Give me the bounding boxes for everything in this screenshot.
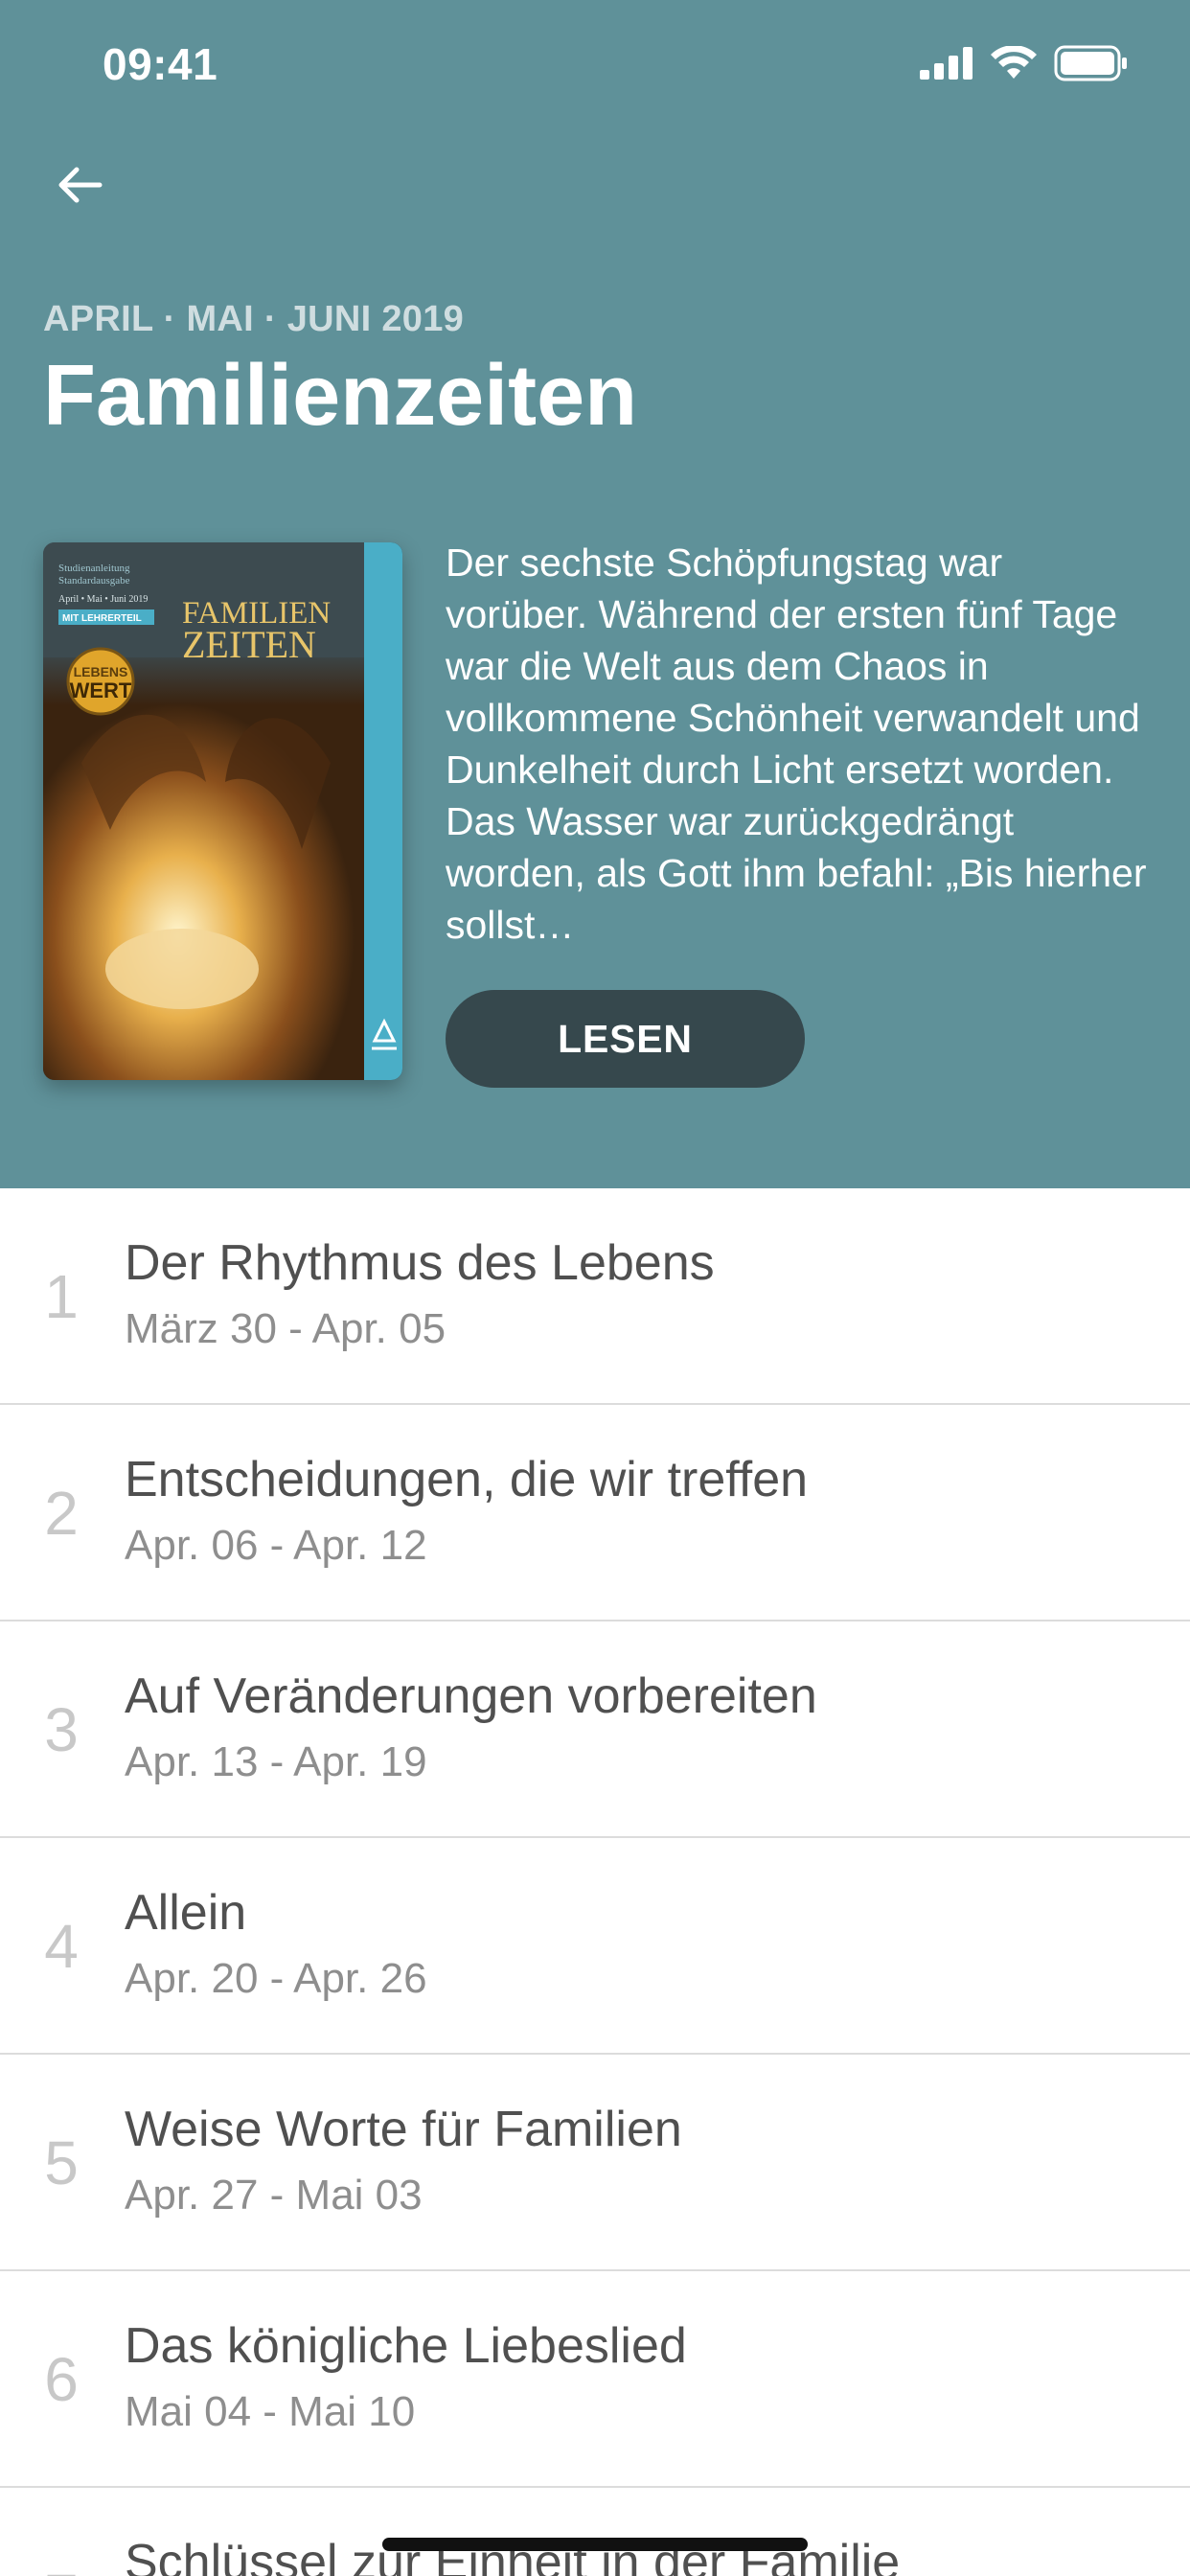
lesson-number: 3 [44,1695,79,1764]
lesson-item[interactable]: 2 Entscheidungen, die wir treffen Apr. 0… [0,1405,1190,1622]
lesson-list: 1 Der Rhythmus des Lebens März 30 - Apr.… [0,1188,1190,2576]
quarter-date-range: APRIL · MAI · JUNI 2019 [43,299,465,339]
status-icons [920,44,1129,82]
lesson-title: Der Rhythmus des Lebens [125,1235,715,1291]
cover-seal-line1: LEBENS [74,664,128,679]
read-button[interactable]: LESEN [446,990,805,1088]
lesson-number: 1 [44,1262,79,1331]
cover-title-line2: ZEITEN [182,623,316,666]
cover-line1: Studienanleitung [58,563,130,574]
signal-icon [920,47,973,80]
quarterly-description: Der sechste Schöpfungstag war vorüber. W… [446,540,1147,947]
battery-icon [1054,45,1127,81]
header: 09:41 APRIL · MAI · JUNI 2019 Familienze… [0,0,1190,1188]
lesson-dates: Mai 04 - Mai 10 [125,2388,416,2435]
lesson-item[interactable]: 3 Auf Veränderungen vorbereiten Apr. 13 … [0,1622,1190,1838]
cover-line3: April • Mai • Juni 2019 [58,594,148,605]
lesson-number: 7 [33,2488,90,2576]
lesson-item[interactable]: 4 Allein Apr. 20 - Apr. 26 [0,1838,1190,2055]
lesson-dates: Apr. 27 - Mai 03 [125,2172,423,2219]
lesson-title: Weise Worte für Familien [125,2102,682,2157]
lesson-dates: Apr. 06 - Apr. 12 [125,1522,427,1569]
cover-line2: Standardausgabe [58,575,130,586]
lesson-item[interactable]: 5 Weise Worte für Familien Apr. 27 - Mai… [0,2055,1190,2271]
lesson-title: Allein [125,1885,247,1941]
lesson-item[interactable]: 7 Schlüssel zur Einheit in der Familie [0,2488,1190,2576]
cover-badge: MIT LEHRERTEIL [62,613,142,624]
lesson-title: Auf Veränderungen vorbereiten [125,1668,817,1724]
wifi-icon [991,46,1037,79]
lesson-item[interactable]: 1 Der Rhythmus des Lebens März 30 - Apr.… [0,1188,1190,1405]
home-indicator[interactable] [382,2538,808,2551]
lesson-dates: Apr. 13 - Apr. 19 [125,1738,427,1785]
lesson-item[interactable]: 6 Das königliche Liebeslied Mai 04 - Mai… [0,2271,1190,2488]
cover-image[interactable]: Studienanleitung Standardausgabe April •… [43,542,402,1080]
back-arrow-icon [58,167,103,203]
lesson-title: Das königliche Liebeslied [125,2318,687,2374]
lesson-number: 2 [44,1479,79,1548]
lesson-title: Entscheidungen, die wir treffen [125,1452,809,1507]
cover-seal-line2: WERT [70,678,132,702]
status-time: 09:41 [103,39,218,89]
page-title: Familienzeiten [43,348,638,444]
lesson-dates: März 30 - Apr. 05 [125,1305,446,1352]
lesson-number: 6 [44,2345,79,2414]
lesson-dates: Apr. 20 - Apr. 26 [125,1955,427,2002]
lesson-number: 5 [44,2128,79,2197]
lesson-number: 4 [44,1912,79,1981]
back-button[interactable] [48,153,111,217]
